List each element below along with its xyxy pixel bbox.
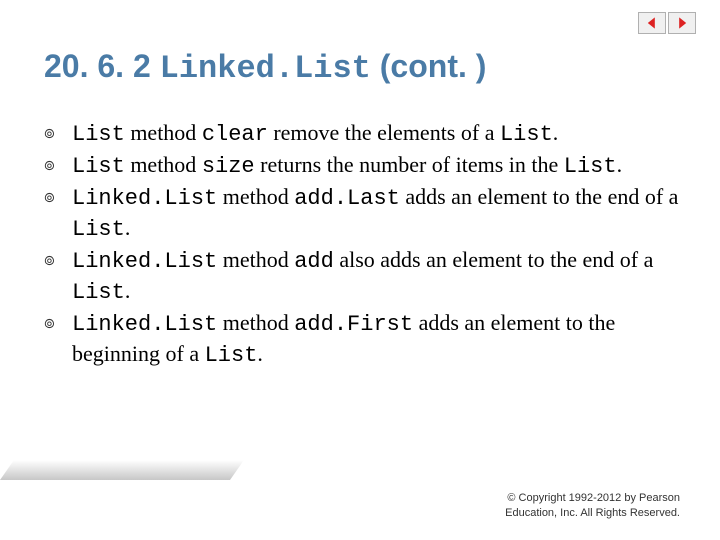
copyright-line1: © Copyright 1992-2012 by Pearson (507, 492, 680, 504)
list-item-text: Linked.List method add.First adds an ele… (72, 308, 680, 370)
decorative-shadow (0, 460, 230, 480)
bullet-icon: ๏ (44, 182, 72, 244)
nav-arrows (638, 12, 696, 34)
copyright-line2: Education, Inc. All Rights Reserved. (505, 507, 680, 519)
bullet-list: ๏List method clear remove the elements o… (44, 118, 680, 371)
prev-button[interactable] (638, 12, 666, 34)
bullet-icon: ๏ (44, 150, 72, 181)
list-item-text: Linked.List method add also adds an elem… (72, 245, 680, 307)
list-item-text: List method size returns the number of i… (72, 150, 680, 181)
list-item: ๏List method clear remove the elements o… (44, 118, 680, 149)
list-item: ๏Linked.List method add.Last adds an ele… (44, 182, 680, 244)
list-item-text: List method clear remove the elements of… (72, 118, 680, 149)
next-button[interactable] (668, 12, 696, 34)
arrow-right-icon (675, 16, 689, 30)
page-title: 20. 6. 2 Linked.List (cont. ) (44, 48, 486, 87)
bullet-icon: ๏ (44, 308, 72, 370)
list-item-text: Linked.List method add.Last adds an elem… (72, 182, 680, 244)
title-section: 20. 6. 2 (44, 48, 160, 84)
copyright: © Copyright 1992-2012 by Pearson Educati… (0, 491, 680, 520)
bullet-icon: ๏ (44, 245, 72, 307)
title-rest: (cont. ) (371, 48, 487, 84)
list-item: ๏Linked.List method add.First adds an el… (44, 308, 680, 370)
title-code: Linked.List (160, 50, 371, 87)
list-item: ๏Linked.List method add also adds an ele… (44, 245, 680, 307)
arrow-left-icon (645, 16, 659, 30)
list-item: ๏List method size returns the number of … (44, 150, 680, 181)
bullet-icon: ๏ (44, 118, 72, 149)
